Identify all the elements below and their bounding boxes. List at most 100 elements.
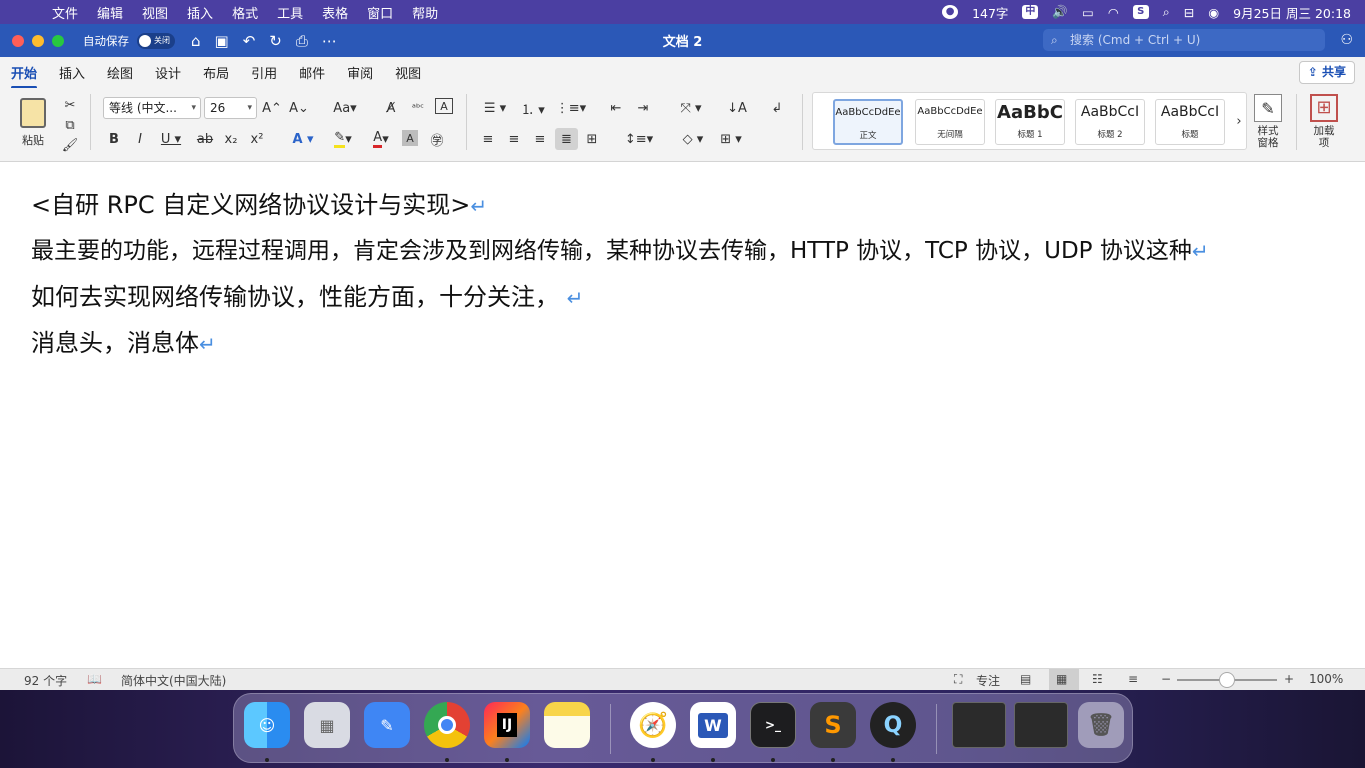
menu-view[interactable]: 视图 bbox=[142, 3, 168, 22]
minimize-window-button[interactable] bbox=[32, 34, 44, 47]
cut-icon[interactable]: ✂ bbox=[62, 95, 78, 115]
subscript-icon[interactable]: x₂ bbox=[222, 129, 240, 149]
focus-label[interactable]: 专注 bbox=[976, 672, 1000, 689]
menu-table[interactable]: 表格 bbox=[322, 3, 348, 22]
menu-edit[interactable]: 编辑 bbox=[97, 3, 123, 22]
safari-icon[interactable]: 🧭 bbox=[630, 702, 676, 748]
menu-insert[interactable]: 插入 bbox=[187, 3, 213, 22]
align-left-icon[interactable]: ≡ bbox=[478, 129, 498, 149]
minimized-window-thumbnail[interactable] bbox=[952, 702, 1006, 748]
zoom-slider-handle[interactable] bbox=[1219, 672, 1235, 688]
read-mode-icon[interactable]: ▤ bbox=[1020, 672, 1031, 686]
menu-tools[interactable]: 工具 bbox=[277, 3, 303, 22]
multilevel-list-icon[interactable]: ⋮≡▾ bbox=[554, 98, 588, 118]
finder-icon[interactable]: ☺ bbox=[244, 702, 290, 748]
text-effects-icon[interactable]: A ▾ bbox=[286, 129, 320, 149]
align-center-icon[interactable]: ≡ bbox=[504, 129, 524, 149]
terminal-icon[interactable]: >_ bbox=[750, 702, 796, 748]
shrink-font-icon[interactable]: A⌄ bbox=[289, 98, 309, 118]
tab-references[interactable]: 引用 bbox=[251, 63, 277, 82]
tab-layout[interactable]: 布局 bbox=[203, 63, 229, 82]
tab-draw[interactable]: 绘图 bbox=[107, 63, 133, 82]
wifi-icon[interactable]: ◠ bbox=[1108, 5, 1119, 20]
minimized-window-thumbnail[interactable] bbox=[1014, 702, 1068, 748]
save-icon[interactable]: ▣ bbox=[215, 32, 229, 50]
font-name-select[interactable]: 等线 (中文... ▾ bbox=[103, 97, 201, 119]
menu-help[interactable]: 帮助 bbox=[412, 3, 438, 22]
zoom-in-icon[interactable]: + bbox=[1284, 672, 1294, 686]
style-title[interactable]: AaBbCcI 标题 bbox=[1155, 99, 1225, 145]
italic-icon[interactable]: I bbox=[132, 129, 148, 149]
font-color-icon[interactable]: A ▾ bbox=[364, 129, 398, 149]
tab-view[interactable]: 视图 bbox=[395, 63, 421, 82]
clear-formatting-icon[interactable]: A̸ bbox=[382, 98, 400, 118]
quicktime-icon[interactable]: Q bbox=[870, 702, 916, 748]
undo-icon[interactable]: ↶ bbox=[243, 32, 256, 50]
strikethrough-icon[interactable]: ab bbox=[196, 129, 214, 149]
distributed-icon[interactable]: ⊞ bbox=[582, 129, 602, 149]
draft-view-icon[interactable]: ≡ bbox=[1128, 672, 1138, 686]
tab-insert[interactable]: 插入 bbox=[59, 63, 85, 82]
line-spacing-icon[interactable]: ↕≡▾ bbox=[622, 129, 656, 149]
menubar-datetime[interactable]: 9月25日 周三 20:18 bbox=[1233, 3, 1351, 22]
borders-icon[interactable]: ⊞ ▾ bbox=[714, 129, 748, 149]
underline-icon[interactable]: U ▾ bbox=[156, 129, 186, 149]
outline-view-icon[interactable]: ☷ bbox=[1092, 672, 1103, 686]
more-icon[interactable]: ⋯ bbox=[322, 32, 337, 50]
close-window-button[interactable] bbox=[12, 34, 24, 47]
home-icon[interactable]: ⌂ bbox=[191, 32, 201, 50]
font-size-select[interactable]: 26 ▾ bbox=[204, 97, 257, 119]
proofing-icon[interactable]: 📖 bbox=[87, 672, 102, 686]
status-word-count[interactable]: 92 个字 bbox=[24, 672, 67, 689]
sublime-text-icon[interactable]: S bbox=[810, 702, 856, 748]
document-paragraph[interactable]: 如何去实现网络传输协议，性能方面，十分关注， ↵ bbox=[31, 277, 583, 312]
zoom-out-icon[interactable]: − bbox=[1161, 672, 1171, 686]
siri-icon[interactable]: ◉ bbox=[1208, 5, 1219, 20]
style-heading-2[interactable]: AaBbCcI 标题 2 bbox=[1075, 99, 1145, 145]
enclose-characters-icon[interactable]: ㊫ bbox=[428, 129, 446, 149]
asian-layout-icon[interactable]: ⤧ ▾ bbox=[674, 98, 708, 118]
notes-icon[interactable] bbox=[544, 702, 590, 748]
document-paragraph[interactable]: <自研 RPC 自定义网络协议设计与实现>↵ bbox=[31, 185, 487, 220]
styles-pane-button[interactable]: ✎ 样式 窗格 bbox=[1250, 94, 1286, 149]
document-canvas[interactable]: <自研 RPC 自定义网络协议设计与实现>↵ 最主要的功能，远程过程调用，肯定会… bbox=[0, 162, 1365, 668]
tab-mailings[interactable]: 邮件 bbox=[299, 63, 325, 82]
word-icon[interactable]: W bbox=[690, 702, 736, 748]
focus-icon[interactable]: ⛶ bbox=[954, 672, 962, 687]
tab-home[interactable]: 开始 bbox=[11, 63, 38, 89]
tab-design[interactable]: 设计 bbox=[155, 63, 181, 82]
status-language[interactable]: 简体中文(中国大陆) bbox=[121, 672, 226, 689]
style-no-spacing[interactable]: AaBbCcDdEe 无间隔 bbox=[915, 99, 985, 145]
chrome-icon[interactable] bbox=[424, 702, 470, 748]
format-painter-icon[interactable]: 🖌 bbox=[62, 135, 79, 155]
change-case-icon[interactable]: Aa▾ bbox=[330, 98, 360, 118]
style-heading-1[interactable]: AaBbC 标题 1 bbox=[995, 99, 1065, 145]
menu-window[interactable]: 窗口 bbox=[367, 3, 393, 22]
menu-file[interactable]: 文件 bbox=[52, 3, 78, 22]
decrease-indent-icon[interactable]: ⇤ bbox=[606, 98, 626, 118]
share-button[interactable]: ⇪ 共享 bbox=[1298, 61, 1355, 84]
menu-format[interactable]: 格式 bbox=[232, 3, 258, 22]
bold-icon[interactable]: B bbox=[106, 129, 122, 149]
input-method-icon[interactable]: 中 bbox=[1022, 5, 1039, 19]
notes-pen-icon[interactable]: ✎ bbox=[364, 702, 410, 748]
print-layout-icon[interactable]: ▦ bbox=[1049, 669, 1079, 690]
sort-icon[interactable]: ↓A bbox=[726, 98, 748, 118]
collaborate-icon[interactable]: ⚇ bbox=[1340, 32, 1353, 48]
character-border-icon[interactable]: A bbox=[435, 98, 453, 114]
styles-more-icon[interactable]: › bbox=[1233, 111, 1245, 131]
phonetic-guide-icon[interactable]: ᵃᵇᶜ bbox=[408, 98, 428, 118]
align-right-icon[interactable]: ≡ bbox=[530, 129, 550, 149]
print-icon[interactable]: ⎙ bbox=[296, 32, 308, 50]
launchpad-icon[interactable]: ▦ bbox=[304, 702, 350, 748]
justify-icon[interactable]: ≣ bbox=[555, 128, 578, 150]
grow-font-icon[interactable]: A⌃ bbox=[262, 98, 282, 118]
superscript-icon[interactable]: x² bbox=[248, 129, 266, 149]
style-normal[interactable]: AaBbCcDdEe 正文 bbox=[833, 99, 903, 145]
sublime-status-icon[interactable]: S bbox=[1132, 5, 1149, 19]
document-paragraph[interactable]: 最主要的功能，远程过程调用，肯定会涉及到网络传输，某种协议去传输，HTTP 协议… bbox=[31, 231, 1209, 265]
control-center-icon[interactable]: ⊟ bbox=[1184, 5, 1194, 20]
shading-icon[interactable]: ◇ ▾ bbox=[676, 129, 710, 149]
zoom-window-button[interactable] bbox=[52, 34, 64, 47]
autosave-toggle[interactable]: 关闭 bbox=[137, 32, 175, 49]
